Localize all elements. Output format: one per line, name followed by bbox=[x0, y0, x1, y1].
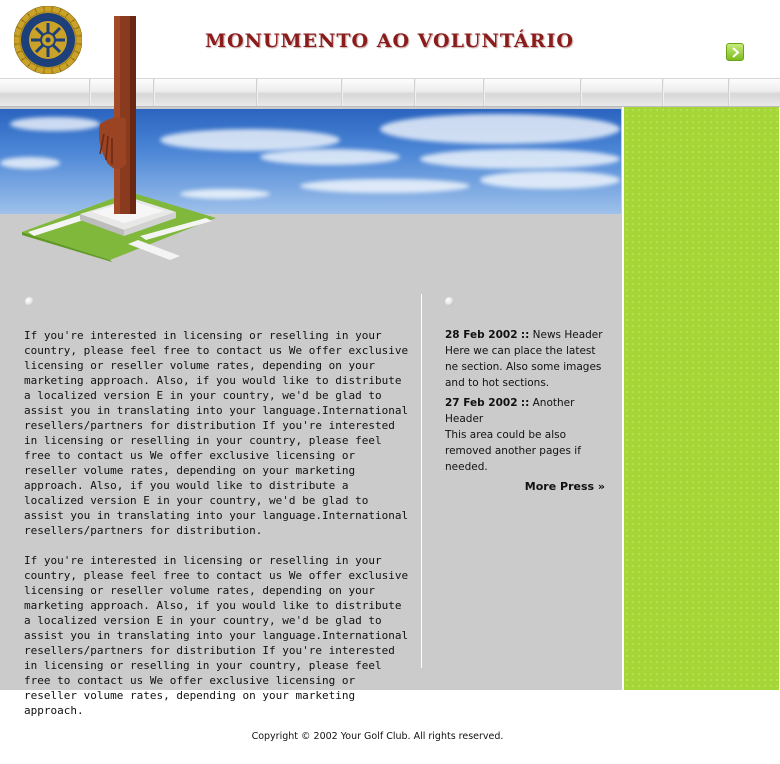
news-separator: :: bbox=[520, 397, 530, 409]
right-green-panel bbox=[623, 107, 779, 690]
news-date: 28 Feb 2002 bbox=[445, 329, 518, 341]
bullet-icon bbox=[445, 297, 454, 306]
main-text: If you're interested in licensing or res… bbox=[24, 328, 409, 733]
news-date: 27 Feb 2002 bbox=[445, 397, 518, 409]
news-item: 27 Feb 2002 :: Another Header This area … bbox=[445, 395, 610, 475]
news-separator: :: bbox=[520, 329, 530, 341]
news-body: This area could be also removed another … bbox=[445, 429, 581, 473]
news-body: Here we can place the latest ne section.… bbox=[445, 345, 602, 389]
monument-image bbox=[22, 16, 216, 262]
nav-separator bbox=[483, 79, 485, 106]
news-item: 28 Feb 2002 :: News Header Here we can p… bbox=[445, 327, 610, 391]
go-button[interactable] bbox=[726, 43, 744, 61]
more-press-link[interactable]: More Press » bbox=[445, 479, 610, 495]
column-divider bbox=[421, 294, 422, 668]
nav-separator bbox=[341, 79, 343, 106]
bullet-icon bbox=[25, 297, 34, 306]
nav-separator bbox=[580, 79, 582, 106]
nav-separator bbox=[256, 79, 258, 106]
paragraph: If you're interested in licensing or res… bbox=[24, 329, 409, 537]
paragraph: If you're interested in licensing or res… bbox=[24, 554, 409, 717]
nav-separator bbox=[662, 79, 664, 106]
nav-separator bbox=[728, 79, 730, 106]
nav-separator bbox=[414, 79, 416, 106]
news-header[interactable]: News Header bbox=[533, 329, 603, 341]
chevron-right-icon bbox=[732, 47, 740, 58]
site-title: MONUMENTO AO VOLUNTÁRIO bbox=[205, 30, 574, 52]
footer-copyright: Copyright © 2002 Your Golf Club. All rig… bbox=[251, 731, 504, 742]
news-section: 28 Feb 2002 :: News Header Here we can p… bbox=[445, 327, 610, 495]
